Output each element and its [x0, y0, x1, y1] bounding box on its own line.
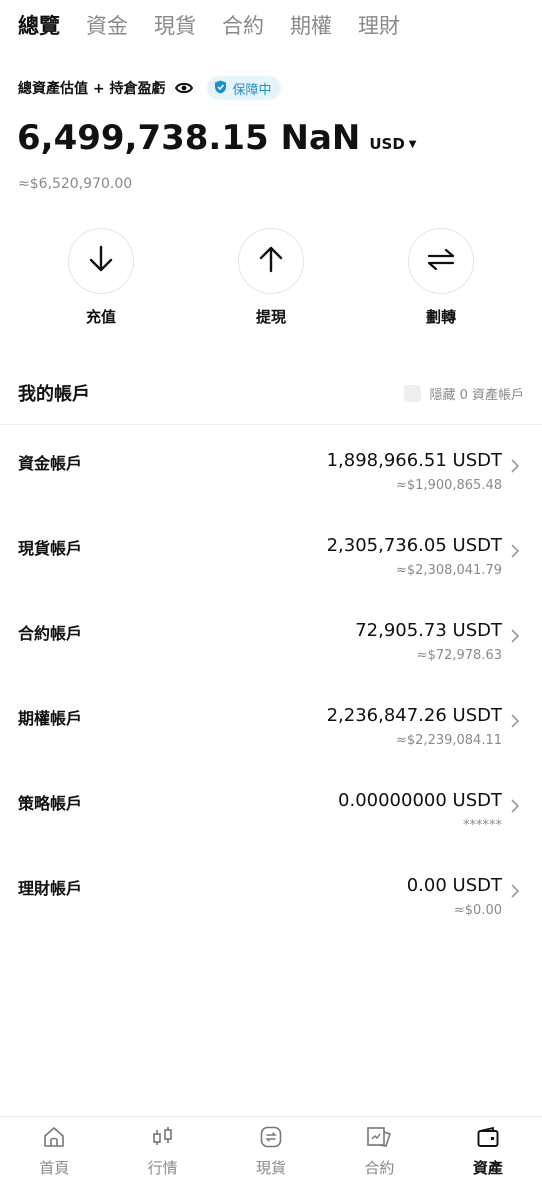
account-name: 理財帳戶: [18, 879, 83, 898]
account-name: 策略帳戶: [18, 794, 83, 813]
tab-futures[interactable]: 合約: [222, 12, 264, 40]
chevron-right-icon: [511, 544, 520, 558]
assets-page: 總覽 資金 現貨 合約 期權 理財 總資產估值 + 持倉盈虧 保障中 6,499: [0, 0, 542, 1182]
nav-assets[interactable]: 資產: [434, 1117, 542, 1182]
wallet-icon: [474, 1123, 502, 1151]
chevron-right-icon: [511, 884, 520, 898]
tab-overview[interactable]: 總覽: [18, 12, 60, 40]
withdraw-button[interactable]: [238, 228, 304, 294]
chevron-right-icon: [511, 629, 520, 643]
account-amount: 2,305,736.05 USDT: [326, 535, 502, 556]
balance-approx: ≈$6,520,970.00: [18, 176, 133, 192]
chevron-right-icon: [511, 799, 520, 813]
deposit-action[interactable]: 充值: [46, 228, 156, 327]
account-approx: ≈$2,239,084.11: [396, 733, 502, 748]
account-row-futures[interactable]: 合約帳戶 72,905.73 USDT ≈$72,978.63: [0, 620, 542, 690]
transfer-icon: [426, 248, 456, 274]
account-name: 期權帳戶: [18, 709, 83, 728]
account-approx: ≈$2,308,041.79: [396, 563, 502, 578]
account-row-funding[interactable]: 資金帳戶 1,898,966.51 USDT ≈$1,900,865.48: [0, 450, 542, 520]
futures-icon: [365, 1123, 393, 1151]
account-name: 合約帳戶: [18, 624, 83, 643]
protection-badge-label: 保障中: [232, 82, 272, 98]
account-row-options[interactable]: 期權帳戶 2,236,847.26 USDT ≈$2,239,084.11: [0, 705, 542, 775]
balance-row: 6,499,738.15 NaN USD ▼: [17, 118, 417, 158]
spot-icon: [257, 1123, 285, 1151]
nav-futures-label: 合約: [364, 1159, 395, 1177]
transfer-action[interactable]: 劃轉: [386, 228, 496, 327]
nav-home[interactable]: 首頁: [0, 1117, 108, 1182]
chevron-right-icon: [511, 459, 520, 473]
valuation-row: 總資產估值 + 持倉盈虧 保障中: [18, 76, 281, 100]
account-approx: ≈$72,978.63: [416, 648, 502, 663]
accounts-title: 我的帳戶: [18, 384, 90, 405]
shield-icon: [214, 79, 227, 98]
nav-markets[interactable]: 行情: [108, 1117, 216, 1182]
nav-futures[interactable]: 合約: [325, 1117, 433, 1182]
account-approx: ≈$1,900,865.48: [396, 478, 502, 493]
asset-tabs: 總覽 資金 現貨 合約 期權 理財: [18, 12, 400, 40]
withdraw-label: 提現: [255, 308, 286, 326]
transfer-label: 劃轉: [425, 308, 456, 326]
account-amount: 72,905.73 USDT: [355, 620, 502, 641]
tab-earn[interactable]: 理財: [358, 12, 400, 40]
currency-selector[interactable]: USD ▼: [369, 135, 416, 153]
account-approx: ******: [463, 818, 502, 833]
nav-markets-label: 行情: [147, 1159, 178, 1177]
nav-spot-label: 現貨: [256, 1159, 287, 1177]
account-amount: 2,236,847.26 USDT: [326, 705, 502, 726]
tab-options[interactable]: 期權: [290, 12, 332, 40]
currency-label: USD: [369, 135, 405, 153]
valuation-label: 總資產估值 + 持倉盈虧: [18, 81, 166, 97]
candlestick-icon: [149, 1123, 177, 1151]
account-name: 現貨帳戶: [18, 539, 83, 558]
caret-down-icon: ▼: [408, 138, 417, 150]
account-name: 資金帳戶: [18, 454, 83, 473]
account-approx: ≈$0.00: [453, 903, 502, 918]
arrow-down-icon: [88, 245, 114, 277]
accounts-divider: [0, 424, 542, 425]
nav-spot[interactable]: 現貨: [217, 1117, 325, 1182]
hide-zero-toggle[interactable]: 隱藏 0 資產帳戶: [404, 384, 524, 403]
hide-zero-label: 隱藏 0 資產帳戶: [429, 387, 524, 403]
nav-home-label: 首頁: [39, 1159, 70, 1177]
protection-badge[interactable]: 保障中: [207, 76, 281, 100]
account-row-spot[interactable]: 現貨帳戶 2,305,736.05 USDT ≈$2,308,041.79: [0, 535, 542, 605]
home-icon: [40, 1123, 68, 1151]
transfer-button[interactable]: [408, 228, 474, 294]
bottom-nav: 首頁 行情 現貨 合約 資產: [0, 1116, 542, 1182]
chevron-right-icon: [511, 714, 520, 728]
account-amount: 0.00000000 USDT: [338, 790, 502, 811]
eye-icon[interactable]: [173, 81, 195, 95]
hide-zero-checkbox[interactable]: [404, 384, 422, 402]
account-amount: 1,898,966.51 USDT: [326, 450, 502, 471]
total-balance: 6,499,738.15 NaN: [17, 118, 361, 158]
nav-assets-label: 資產: [472, 1159, 503, 1177]
tab-funding[interactable]: 資金: [86, 12, 128, 40]
deposit-button[interactable]: [68, 228, 134, 294]
account-row-earn[interactable]: 理財帳戶 0.00 USDT ≈$0.00: [0, 875, 542, 945]
deposit-label: 充值: [85, 308, 116, 326]
arrow-up-icon: [258, 245, 284, 277]
account-row-strategy[interactable]: 策略帳戶 0.00000000 USDT ******: [0, 790, 542, 860]
withdraw-action[interactable]: 提現: [216, 228, 326, 327]
account-amount: 0.00 USDT: [406, 875, 502, 896]
tab-spot[interactable]: 現貨: [154, 12, 196, 40]
accounts-header: 我的帳戶 隱藏 0 資產帳戶: [18, 380, 524, 406]
